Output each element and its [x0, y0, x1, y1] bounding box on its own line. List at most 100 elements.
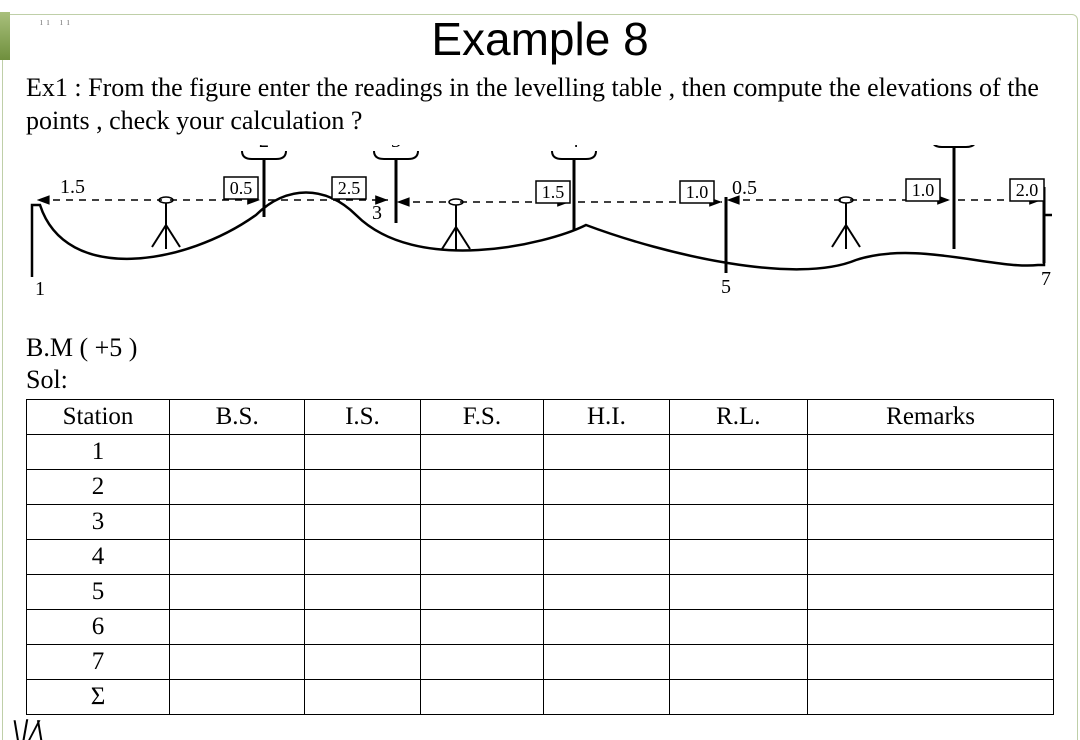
reading-1-bs: 1.5	[60, 176, 85, 198]
empty-cell	[420, 575, 544, 610]
col-bs: B.S.	[170, 400, 305, 435]
empty-cell	[808, 470, 1054, 505]
station-cell: 3	[27, 505, 170, 540]
empty-cell	[170, 505, 305, 540]
station-cell: 1	[27, 435, 170, 470]
reading-5-bs: 0.5	[732, 177, 757, 199]
empty-cell	[305, 470, 420, 505]
levelling-table: Station B.S. I.S. F.S. H.I. R.L. Remarks…	[26, 399, 1054, 715]
empty-cell	[305, 505, 420, 540]
empty-cell	[669, 610, 808, 645]
empty-cell	[544, 540, 669, 575]
empty-cell	[544, 610, 669, 645]
empty-cell	[305, 645, 420, 680]
empty-cell	[544, 470, 669, 505]
col-remarks: Remarks	[808, 400, 1054, 435]
staff-3-top	[374, 151, 418, 159]
staff-2-top	[242, 151, 286, 159]
sol-label: Sol:	[26, 365, 1054, 395]
empty-cell	[808, 435, 1054, 470]
top-marks: ıı ıı	[40, 17, 74, 28]
staff-4-label: 4	[569, 145, 579, 152]
reading-3-fs: 3	[372, 202, 382, 224]
empty-cell	[420, 680, 544, 715]
staff-3-label: 3	[391, 145, 401, 152]
reading-5-fs: 1.0	[686, 182, 709, 202]
staff-4-top	[552, 151, 596, 159]
empty-cell	[305, 575, 420, 610]
empty-cell	[170, 645, 305, 680]
empty-cell	[669, 575, 808, 610]
col-fs: F.S.	[420, 400, 544, 435]
page-title: Example 8	[0, 12, 1080, 66]
levelling-figure: 2 3 4 6 1 5 7 1.5 0.5 2.5 3	[26, 145, 1054, 335]
table-row: 4	[27, 540, 1054, 575]
empty-cell	[544, 645, 669, 680]
table-row: 5	[27, 575, 1054, 610]
col-hi: H.I.	[544, 400, 669, 435]
station-cell: 5	[27, 575, 170, 610]
reading-6-is: 1.0	[912, 180, 935, 200]
empty-cell	[305, 435, 420, 470]
col-is: I.S.	[305, 400, 420, 435]
empty-cell	[305, 610, 420, 645]
empty-cell	[305, 540, 420, 575]
staff-6-top	[932, 145, 976, 147]
col-rl: R.L.	[669, 400, 808, 435]
empty-cell	[669, 645, 808, 680]
empty-cell	[669, 540, 808, 575]
bm-label: B.M ( +5 )	[26, 333, 1054, 363]
station-cell: 6	[27, 610, 170, 645]
reading-4-is: 1.5	[542, 182, 565, 202]
exercise-prompt: Ex1 : From the figure enter the readings…	[26, 72, 1054, 137]
station-cell: Σ	[27, 680, 170, 715]
empty-cell	[544, 435, 669, 470]
col-station: Station	[27, 400, 170, 435]
empty-cell	[170, 680, 305, 715]
empty-cell	[420, 540, 544, 575]
accent-stripe-left	[0, 12, 10, 60]
empty-cell	[420, 505, 544, 540]
empty-cell	[305, 680, 420, 715]
table-row: 3	[27, 505, 1054, 540]
empty-cell	[170, 540, 305, 575]
empty-cell	[808, 680, 1054, 715]
empty-cell	[170, 470, 305, 505]
reading-2-fs: 0.5	[230, 178, 253, 198]
table-row: 7	[27, 645, 1054, 680]
point-1-label: 1	[35, 278, 45, 300]
empty-cell	[669, 505, 808, 540]
instrument-b	[442, 199, 470, 251]
empty-cell	[544, 680, 669, 715]
empty-cell	[420, 645, 544, 680]
empty-cell	[808, 610, 1054, 645]
empty-cell	[170, 610, 305, 645]
empty-cell	[420, 470, 544, 505]
table-row: 6	[27, 610, 1054, 645]
empty-cell	[669, 435, 808, 470]
empty-cell	[808, 505, 1054, 540]
page-corner-decoration: \ | /\	[9, 714, 44, 740]
station-cell: 4	[27, 540, 170, 575]
empty-cell	[808, 575, 1054, 610]
reading-2-bs: 2.5	[338, 178, 361, 198]
point-7-label: 7	[1041, 268, 1051, 290]
empty-cell	[669, 680, 808, 715]
instrument-c	[832, 197, 860, 249]
table-row: 2	[27, 470, 1054, 505]
empty-cell	[669, 470, 808, 505]
empty-cell	[808, 540, 1054, 575]
station-cell: 7	[27, 645, 170, 680]
empty-cell	[808, 645, 1054, 680]
reading-7-fs: 2.0	[1016, 180, 1039, 200]
staff-2-label: 2	[259, 145, 269, 152]
empty-cell	[420, 435, 544, 470]
instrument-a	[152, 197, 180, 249]
point-5-label: 5	[721, 276, 731, 298]
table-row: 1	[27, 435, 1054, 470]
empty-cell	[170, 435, 305, 470]
table-row: Σ	[27, 680, 1054, 715]
empty-cell	[544, 575, 669, 610]
table-header-row: Station B.S. I.S. F.S. H.I. R.L. Remarks	[27, 400, 1054, 435]
empty-cell	[420, 610, 544, 645]
